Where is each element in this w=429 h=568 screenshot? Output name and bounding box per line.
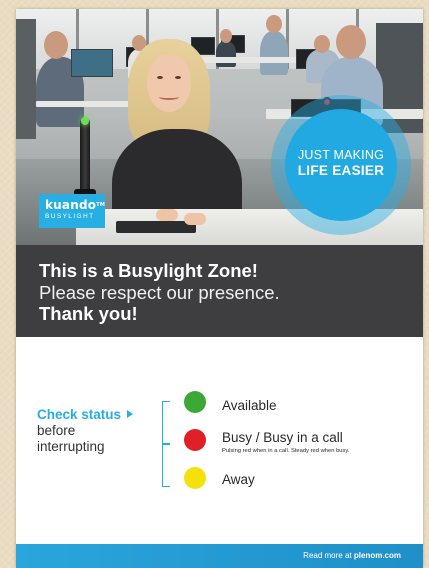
footer-site-link[interactable]: plenom.com xyxy=(354,551,401,560)
tagline-line2: LIFE EASIER xyxy=(297,163,385,178)
check-status-title: Check status xyxy=(37,407,157,423)
status-busy-label: Busy / Busy in a call xyxy=(222,430,343,445)
status-busy-note: Pulsing red when in a call. Steady red w… xyxy=(222,448,350,454)
footer-prefix: Read more at xyxy=(303,551,354,560)
arrow-right-icon xyxy=(127,410,134,418)
status-available-label: Available xyxy=(222,398,277,413)
zone-banner: This is a Busylight Zone! Please respect… xyxy=(16,245,423,337)
logo-brand: kuando xyxy=(45,198,97,212)
yellow-light-icon xyxy=(184,467,206,489)
status-away-label: Away xyxy=(222,472,255,487)
logo-subtitle: BUSYLIGHT xyxy=(45,213,95,220)
tagline-line1: JUST MAKING xyxy=(297,148,384,162)
busylight-poster: kuandoTM BUSYLIGHT JUST MAKING LIFE EASI… xyxy=(16,9,423,568)
device-green-light xyxy=(81,117,89,125)
check-status-line3: interrupting xyxy=(37,439,105,454)
busylight-device xyxy=(80,119,90,193)
banner-thanks: Thank you! xyxy=(39,303,138,324)
banner-request: Please respect our presence. xyxy=(39,282,280,303)
keyboard xyxy=(116,221,196,233)
check-status-block: Check status before interrupting xyxy=(37,407,157,455)
logo-trademark: TM xyxy=(96,202,105,208)
footer-bar: Read more at plenom.com xyxy=(16,544,423,568)
check-status-line2: before xyxy=(37,423,76,438)
kuando-logo: kuandoTM BUSYLIGHT xyxy=(39,194,105,228)
green-light-icon xyxy=(184,391,206,413)
tagline: JUST MAKING LIFE EASIER xyxy=(278,148,404,179)
office-photo: kuandoTM BUSYLIGHT JUST MAKING LIFE EASI… xyxy=(16,9,423,245)
red-light-icon xyxy=(184,429,206,451)
footer-text: Read more at plenom.com xyxy=(303,551,401,560)
banner-headline: This is a Busylight Zone! xyxy=(39,260,258,281)
